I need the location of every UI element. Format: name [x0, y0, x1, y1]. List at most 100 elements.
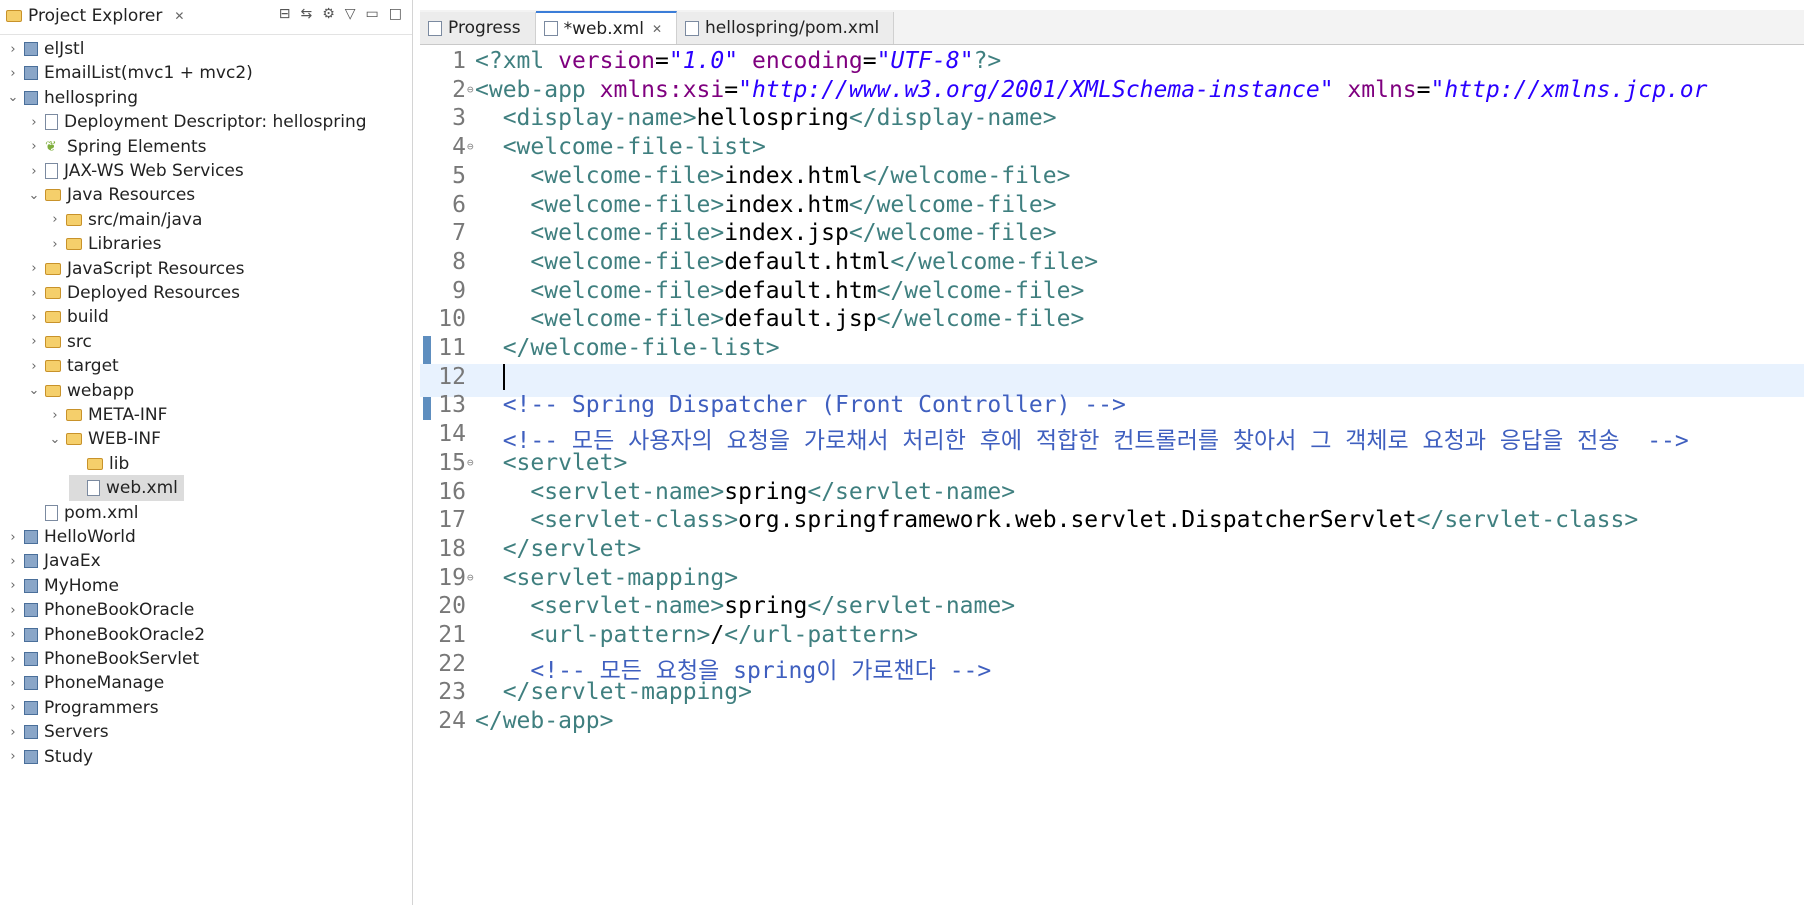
chevron-right-icon[interactable]: ›: [48, 237, 62, 252]
tree-item[interactable]: › JAX-WS Web Services: [27, 158, 243, 184]
code-text: <servlet-name>spring</servlet-name>: [475, 593, 1015, 619]
view-menu-icon[interactable]: ▽: [345, 6, 356, 22]
tree-item[interactable]: › PhoneBookOracle2: [6, 622, 205, 648]
chevron-right-icon[interactable]: ›: [6, 725, 20, 740]
file-icon: [45, 504, 58, 521]
chevron-right-icon[interactable]: ›: [27, 286, 41, 301]
tree-item[interactable]: › META-INF: [48, 402, 167, 428]
chevron-right-icon[interactable]: ›: [6, 578, 20, 593]
tree-item[interactable]: › JavaEx: [6, 548, 100, 574]
code-editor[interactable]: 1 <?xml version="1.0" encoding="UTF-8"?> 2…: [420, 46, 1804, 905]
tree-item[interactable]: ⌄ webapp: [27, 378, 135, 404]
fold-toggle-icon[interactable]: ⊖: [467, 571, 474, 584]
code-token: index.htm: [724, 191, 849, 218]
tree-item[interactable]: ⌄ WEB-INF: [48, 426, 161, 452]
tree-item[interactable]: › target: [27, 353, 118, 379]
project-icon: [24, 652, 38, 666]
chevron-right-icon[interactable]: ›: [6, 66, 20, 81]
chevron-down-icon[interactable]: ⌄: [27, 383, 41, 398]
tree-item[interactable]: › src: [27, 329, 91, 355]
chevron-right-icon[interactable]: ›: [27, 115, 41, 130]
maximize-icon[interactable]: □: [389, 6, 402, 22]
fold-toggle-icon[interactable]: ⊖: [467, 83, 474, 96]
code-token: </welcome-file>: [848, 191, 1057, 218]
chevron-right-icon[interactable]: ›: [6, 603, 20, 618]
tree-item[interactable]: › EmailList(mvc1 + mvc2): [6, 60, 252, 86]
code-text: <web-app xmlns:xsi="http://www.w3.org/20…: [475, 77, 1707, 103]
tree-item-label: PhoneBookOracle2: [44, 624, 206, 645]
tree-item[interactable]: ⌄ Java Resources: [27, 182, 196, 208]
tree-item[interactable]: ⌄ hellospring: [6, 85, 138, 111]
tree-item[interactable]: › Programmers: [6, 695, 158, 721]
minimize-icon[interactable]: ▭: [366, 6, 379, 22]
tree-item[interactable]: › PhoneBookServlet: [6, 646, 199, 672]
code-token: </servlet-mapping>: [475, 679, 752, 706]
code-token: </servlet-name>: [807, 593, 1016, 620]
code-text: <welcome-file>default.htm</welcome-file>: [475, 278, 1084, 304]
chevron-right-icon[interactable]: ›: [6, 676, 20, 691]
link-editor-icon[interactable]: ⇆: [300, 6, 312, 22]
chevron-right-icon[interactable]: ›: [6, 652, 20, 667]
editor-tab[interactable]: Progress: [420, 12, 536, 44]
code-token: ?>: [973, 48, 1002, 74]
tree-item[interactable]: › src/main/java: [48, 207, 202, 233]
chevron-right-icon[interactable]: ›: [6, 627, 20, 642]
code-token: </servlet-class>: [1416, 507, 1639, 534]
chevron-right-icon[interactable]: ›: [27, 139, 41, 154]
chevron-down-icon[interactable]: ⌄: [6, 90, 20, 105]
chevron-down-icon[interactable]: ⌄: [48, 432, 62, 447]
tree-item[interactable]: › MyHome: [6, 573, 119, 599]
tree-item[interactable]: › ❦ Spring Elements: [27, 134, 207, 160]
tree-item[interactable]: lib: [69, 451, 129, 477]
chevron-right-icon[interactable]: ›: [6, 700, 20, 715]
chevron-right-icon[interactable]: ›: [27, 334, 41, 349]
code-text: <welcome-file>index.htm</welcome-file>: [475, 191, 1057, 218]
line-number: 12: [438, 363, 466, 390]
chevron-right-icon[interactable]: ›: [27, 261, 41, 276]
chevron-right-icon[interactable]: ›: [6, 749, 20, 764]
fold-toggle-icon[interactable]: ⊖: [467, 456, 474, 469]
code-text: <welcome-file-list>: [475, 134, 766, 160]
tree-item[interactable]: › PhoneManage: [6, 670, 164, 696]
fold-toggle-icon[interactable]: ⊖: [467, 140, 474, 153]
tree-item-label: JavaScript Resources: [67, 258, 245, 279]
code-token: </url-pattern>: [724, 622, 919, 648]
tree-item[interactable]: › Libraries: [48, 231, 161, 257]
tree-item[interactable]: pom.xml: [27, 500, 139, 526]
tree-item-label: Spring Elements: [67, 136, 207, 157]
chevron-right-icon[interactable]: ›: [6, 554, 20, 569]
tree-item[interactable]: › PhoneBookOracle: [6, 597, 194, 623]
close-icon[interactable]: ✕: [652, 22, 662, 36]
tree-item[interactable]: › Deployment Descriptor: hellospring: [27, 109, 366, 135]
editor-tab[interactable]: *web.xml ✕: [535, 11, 678, 44]
tree-item[interactable]: › build: [27, 304, 108, 330]
collapse-all-icon[interactable]: ⊟: [279, 6, 291, 22]
tree-item[interactable]: › Study: [6, 744, 93, 770]
tree-item[interactable]: › Servers: [6, 719, 108, 745]
code-token: </display-name>: [848, 105, 1057, 132]
chevron-right-icon[interactable]: ›: [27, 164, 41, 179]
tree-item-label: pom.xml: [64, 502, 139, 523]
tree-item[interactable]: › Deployed Resources: [27, 280, 240, 306]
code-token: <servlet-name>: [475, 478, 725, 505]
tree-item[interactable]: › JavaScript Resources: [27, 256, 244, 282]
chevron-right-icon[interactable]: ›: [6, 42, 20, 57]
close-icon[interactable]: ✕: [174, 9, 184, 23]
tree-item-label: Java Resources: [67, 185, 196, 206]
chevron-right-icon[interactable]: ›: [27, 359, 41, 374]
project-icon: [24, 578, 38, 593]
editor-tab[interactable]: hellospring/pom.xml: [677, 12, 895, 44]
project-explorer-title[interactable]: Project Explorer ✕: [6, 6, 184, 26]
tree-item-label: lib: [109, 453, 130, 474]
chevron-down-icon[interactable]: ⌄: [27, 188, 41, 203]
chevron-right-icon[interactable]: ›: [27, 310, 41, 325]
chevron-right-icon[interactable]: ›: [6, 530, 20, 545]
chevron-right-icon[interactable]: ›: [48, 408, 62, 423]
tree-item[interactable]: web.xml: [69, 475, 184, 502]
line-number: 23: [438, 679, 466, 706]
code-token: default.jsp: [724, 306, 877, 333]
filter-icon[interactable]: ⚙: [322, 6, 335, 22]
chevron-right-icon[interactable]: ›: [48, 212, 62, 227]
tree-item[interactable]: › HelloWorld: [6, 524, 135, 550]
tree-item[interactable]: › elJstl: [6, 36, 84, 62]
